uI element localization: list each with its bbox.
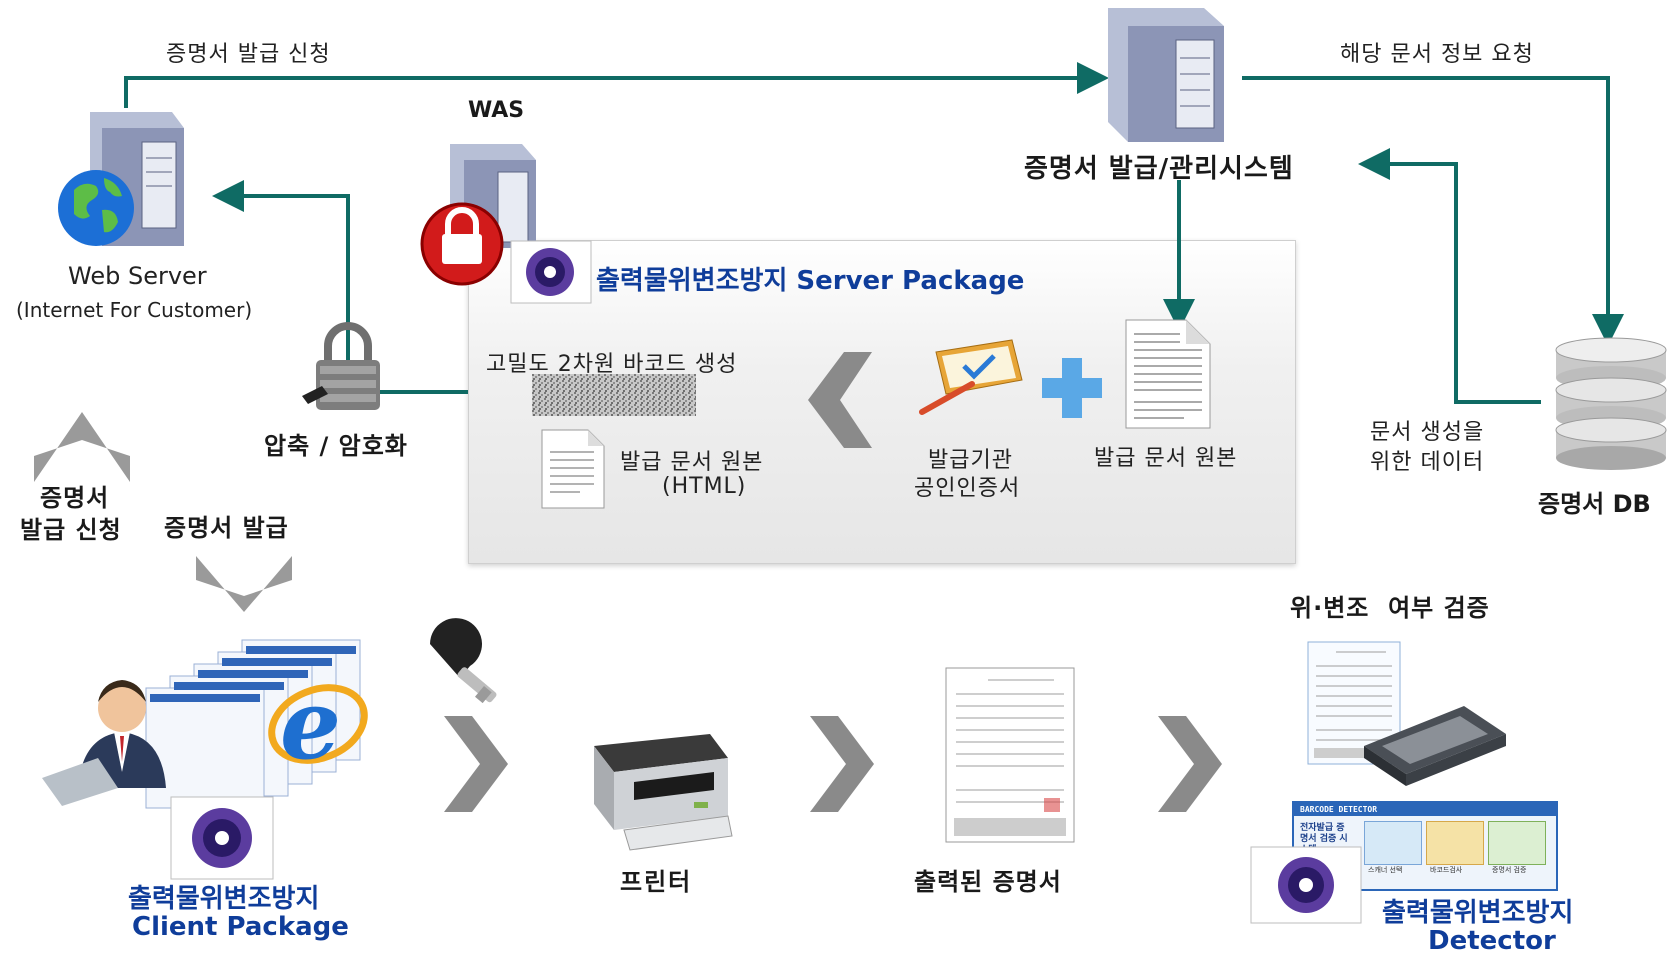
printed-cert-label: 출력된 증명서	[914, 868, 1062, 896]
original-document-icon	[1125, 319, 1211, 429]
arrow-request-to-system	[124, 62, 1109, 108]
detector-line2: Detector	[1428, 926, 1556, 956]
issue-system-server-icon	[1108, 8, 1224, 142]
certificate-clipboard-icon	[919, 339, 1023, 415]
verify-label: 위·변조 여부 검증	[1290, 594, 1490, 622]
chevron-up-icon	[34, 412, 130, 482]
database-icon	[1555, 337, 1667, 470]
client-package-gear-icon	[170, 796, 274, 880]
client-request-line1: 증명서	[40, 484, 110, 512]
client-request-line2: 발급 신청	[20, 516, 122, 544]
detector-window-title: BARCODE DETECTOR	[1294, 803, 1556, 816]
chevron-left-icon	[808, 352, 872, 448]
web-server-icon	[58, 112, 184, 246]
issue-system-title: 증명서 발급/관리시스템	[1024, 154, 1294, 184]
server-package-title: 출력물위변조방지 Server Package	[596, 266, 1025, 296]
request-label: 증명서 발급 신청	[166, 42, 331, 67]
cert-label-line2: 공인인증서	[914, 476, 1021, 501]
padlock-icon	[302, 322, 380, 410]
html-document-icon	[541, 429, 605, 509]
plus-icon	[1042, 358, 1102, 418]
html-doc-label: 발급 문서 원본	[620, 450, 764, 475]
printer-label: 프린터	[620, 868, 693, 896]
chevron-right-icon-1	[444, 716, 508, 812]
printed-certificate-icon	[945, 667, 1075, 843]
chevron-right-icon-2	[810, 716, 874, 812]
db-label: 증명서 DB	[1538, 490, 1651, 518]
cert-verify-panel[interactable]	[1488, 821, 1546, 865]
step-label-2: 바코드검사	[1430, 866, 1463, 874]
step-label-1: 스캐너 선택	[1368, 866, 1403, 874]
client-package-line1: 출력물위변조방지	[128, 884, 320, 914]
detector-line1: 출력물위변조방지	[1382, 898, 1574, 928]
chevron-right-icon-3	[1158, 716, 1222, 812]
db-data-label-line1: 문서 생성을	[1370, 420, 1485, 445]
scanner-icon	[1364, 706, 1506, 786]
printer-icon	[594, 734, 733, 851]
barcode-check-panel[interactable]	[1426, 821, 1484, 865]
chevron-down-icon	[196, 556, 292, 612]
scanner-select-panel[interactable]	[1364, 821, 1422, 865]
arrow-system-to-db	[1242, 76, 1624, 346]
step-label-3: 증명서 검증	[1492, 866, 1527, 874]
was-title: WAS	[468, 98, 525, 123]
server-package-gear-icon	[510, 240, 592, 304]
web-server-title: Web Server	[68, 262, 207, 290]
compress-label: 압축 / 암호화	[264, 432, 408, 460]
client-package-line2: Client Package	[132, 912, 349, 942]
db-data-label-line2: 위한 데이터	[1370, 450, 1485, 475]
detector-gear-icon	[1250, 846, 1362, 924]
info-request-label: 해당 문서 정보 요청	[1340, 42, 1534, 67]
svg-text:e: e	[280, 668, 341, 781]
arrow-db-to-system	[1358, 148, 1541, 404]
original-doc-label: 발급 문서 원본	[1094, 446, 1238, 471]
barcode-label: 고밀도 2차원 바코드 생성	[486, 352, 738, 377]
html-doc-sublabel: (HTML)	[662, 474, 747, 499]
key-icon	[430, 618, 497, 704]
client-issue-label: 증명서 발급	[164, 514, 289, 542]
web-server-subtitle: (Internet For Customer)	[16, 298, 253, 322]
barcode-2d-icon	[532, 374, 696, 416]
